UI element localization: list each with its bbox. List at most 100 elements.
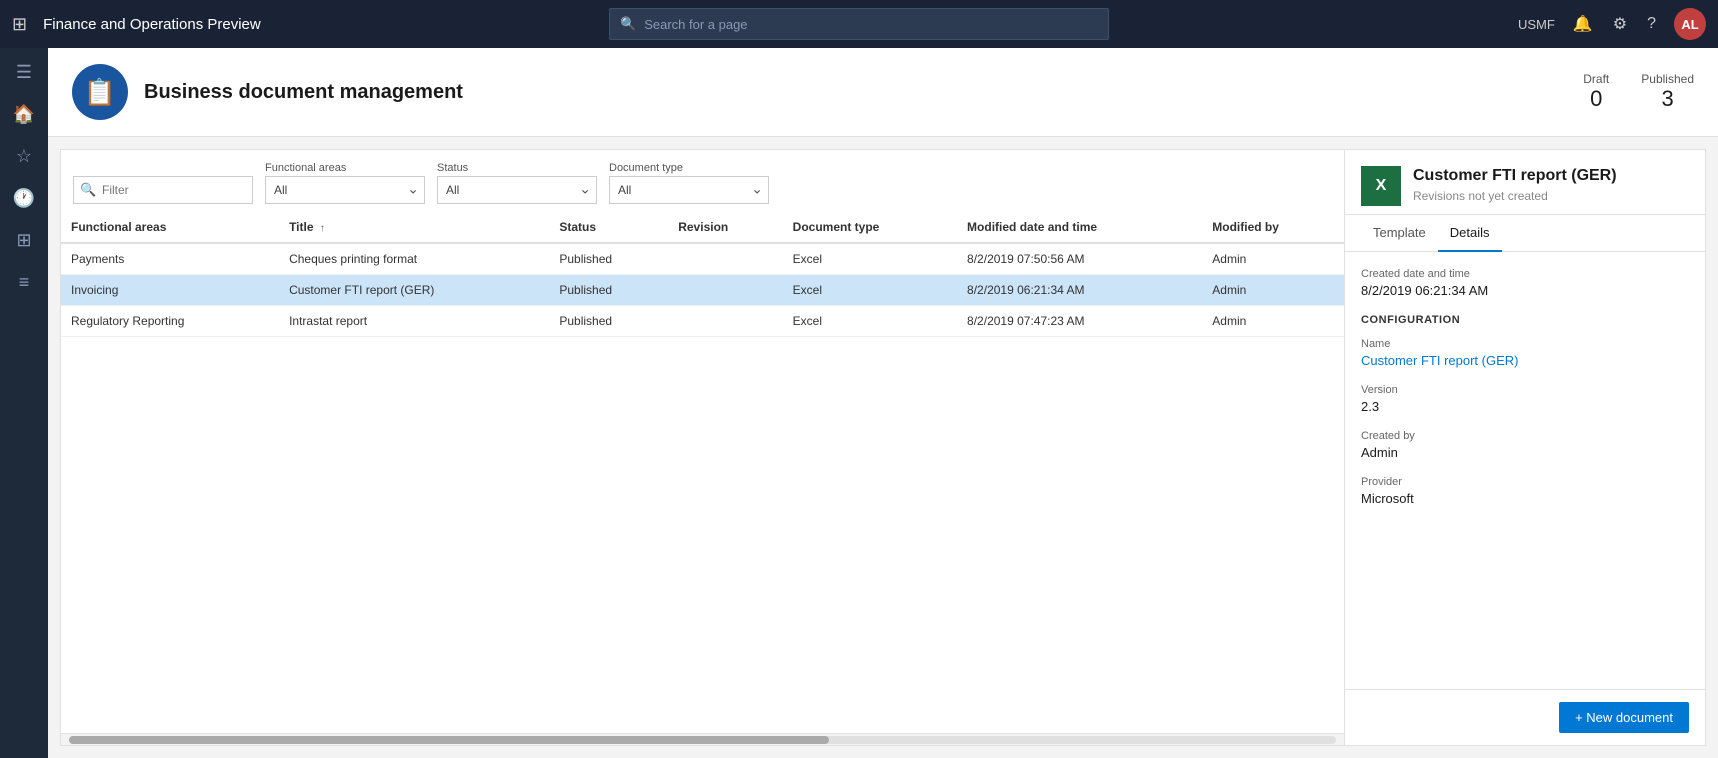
search-input[interactable] — [644, 17, 1098, 32]
table-row[interactable]: InvoicingCustomer FTI report (GER)Publis… — [61, 275, 1344, 306]
filter-input-wrap: 🔍 — [73, 176, 253, 204]
col-revision[interactable]: Revision — [668, 212, 782, 243]
right-panel-header: X Customer FTI report (GER) Revisions no… — [1345, 150, 1705, 215]
created-by-field: Created by Admin — [1361, 430, 1689, 460]
created-by-value: Admin — [1361, 445, 1689, 460]
new-document-button[interactable]: + New document — [1559, 702, 1689, 733]
draft-value: 0 — [1583, 86, 1609, 112]
status-select[interactable]: All — [437, 176, 597, 204]
functional-areas-select-wrap: All — [265, 176, 425, 204]
content-area: 📋 Business document management Draft 0 P… — [48, 48, 1718, 758]
published-label: Published — [1641, 72, 1694, 86]
horizontal-scrollbar[interactable] — [61, 733, 1344, 745]
name-value[interactable]: Customer FTI report (GER) — [1361, 353, 1689, 368]
data-table: Functional areas Title ↑ Status — [61, 212, 1344, 733]
table-cell-5: 8/2/2019 06:21:34 AM — [957, 275, 1202, 306]
excel-icon: X — [1361, 166, 1401, 206]
page-icon: 📋 — [72, 64, 128, 120]
top-nav: ⊞ Finance and Operations Preview 🔍 USMF … — [0, 0, 1718, 48]
created-value: 8/2/2019 06:21:34 AM — [1361, 283, 1689, 298]
col-functional-areas[interactable]: Functional areas — [61, 212, 279, 243]
page-header-stats: Draft 0 Published 3 — [1583, 72, 1694, 112]
notifications-button[interactable]: 🔔 — [1571, 12, 1595, 36]
status-filter-group: Status All — [437, 162, 597, 204]
app-title: Finance and Operations Preview — [43, 16, 261, 33]
table-cell-1: Customer FTI report (GER) — [279, 275, 549, 306]
settings-button[interactable]: ⚙ — [1611, 12, 1629, 36]
table-cell-0: Payments — [61, 243, 279, 275]
table-row[interactable]: Regulatory ReportingIntrastat reportPubl… — [61, 306, 1344, 337]
table-cell-1: Intrastat report — [279, 306, 549, 337]
company-code: USMF — [1518, 17, 1555, 32]
document-type-select[interactable]: All — [609, 176, 769, 204]
functional-areas-label: Functional areas — [265, 162, 425, 174]
sidebar-item-recent[interactable]: 🕐 — [4, 178, 44, 218]
document-type-label: Document type — [609, 162, 769, 174]
filter-input[interactable] — [73, 176, 253, 204]
right-panel-subtitle: Revisions not yet created — [1413, 189, 1617, 203]
created-field: Created date and time 8/2/2019 06:21:34 … — [1361, 268, 1689, 298]
page-title: Business document management — [144, 81, 463, 104]
right-panel-footer: + New document — [1345, 689, 1705, 745]
main-layout: ☰ 🏠 ☆ 🕐 ⊞ ≡ 📋 Business document manageme… — [0, 48, 1718, 758]
table-area: 🔍 Functional areas All Status — [61, 150, 1345, 745]
sidebar-item-home[interactable]: 🏠 — [4, 94, 44, 134]
table-cell-3 — [668, 243, 782, 275]
table-cell-4: Excel — [783, 275, 957, 306]
config-section-title: CONFIGURATION — [1361, 314, 1689, 326]
table-header-row: Functional areas Title ↑ Status — [61, 212, 1344, 243]
table-cell-1: Cheques printing format — [279, 243, 549, 275]
provider-field: Provider Microsoft — [1361, 476, 1689, 506]
scrollbar-track — [69, 736, 1336, 744]
sidebar-item-menu[interactable]: ☰ — [4, 52, 44, 92]
version-label: Version — [1361, 384, 1689, 396]
table: Functional areas Title ↑ Status — [61, 212, 1344, 337]
provider-value: Microsoft — [1361, 491, 1689, 506]
table-cell-0: Invoicing — [61, 275, 279, 306]
document-type-select-wrap: All — [609, 176, 769, 204]
created-label: Created date and time — [1361, 268, 1689, 280]
status-label: Status — [437, 162, 597, 174]
draft-stat: Draft 0 — [1583, 72, 1609, 112]
search-bar[interactable]: 🔍 — [609, 8, 1109, 40]
col-document-type[interactable]: Document type — [783, 212, 957, 243]
table-cell-2: Published — [549, 243, 668, 275]
right-panel: X Customer FTI report (GER) Revisions no… — [1345, 150, 1705, 745]
created-by-label: Created by — [1361, 430, 1689, 442]
col-title[interactable]: Title ↑ — [279, 212, 549, 243]
col-status[interactable]: Status — [549, 212, 668, 243]
table-cell-4: Excel — [783, 243, 957, 275]
table-cell-6: Admin — [1202, 243, 1344, 275]
sidebar-item-list[interactable]: ≡ — [4, 262, 44, 302]
sidebar-item-favorites[interactable]: ☆ — [4, 136, 44, 176]
tab-template[interactable]: Template — [1361, 215, 1438, 252]
name-label: Name — [1361, 338, 1689, 350]
published-stat: Published 3 — [1641, 72, 1694, 112]
table-cell-5: 8/2/2019 07:50:56 AM — [957, 243, 1202, 275]
table-cell-3 — [668, 306, 782, 337]
grid-icon[interactable]: ⊞ — [12, 14, 27, 35]
table-cell-2: Published — [549, 306, 668, 337]
table-body: PaymentsCheques printing formatPublished… — [61, 243, 1344, 337]
top-nav-right: USMF 🔔 ⚙ ? AL — [1518, 8, 1706, 40]
main-panel: 🔍 Functional areas All Status — [60, 149, 1706, 746]
functional-areas-select[interactable]: All — [265, 176, 425, 204]
functional-areas-filter-group: Functional areas All — [265, 162, 425, 204]
title-sort-icon: ↑ — [320, 223, 325, 234]
col-modified-datetime[interactable]: Modified date and time — [957, 212, 1202, 243]
table-cell-2: Published — [549, 275, 668, 306]
table-row[interactable]: PaymentsCheques printing formatPublished… — [61, 243, 1344, 275]
table-cell-4: Excel — [783, 306, 957, 337]
avatar[interactable]: AL — [1674, 8, 1706, 40]
tab-details[interactable]: Details — [1438, 215, 1502, 252]
help-button[interactable]: ? — [1645, 13, 1658, 35]
sidebar: ☰ 🏠 ☆ 🕐 ⊞ ≡ — [0, 48, 48, 758]
right-panel-title: Customer FTI report (GER) — [1413, 166, 1617, 187]
scrollbar-thumb — [69, 736, 829, 744]
search-icon: 🔍 — [620, 16, 636, 32]
col-modified-by[interactable]: Modified by — [1202, 212, 1344, 243]
table-cell-0: Regulatory Reporting — [61, 306, 279, 337]
table-cell-5: 8/2/2019 07:47:23 AM — [957, 306, 1202, 337]
version-field: Version 2.3 — [1361, 384, 1689, 414]
sidebar-item-grid[interactable]: ⊞ — [4, 220, 44, 260]
